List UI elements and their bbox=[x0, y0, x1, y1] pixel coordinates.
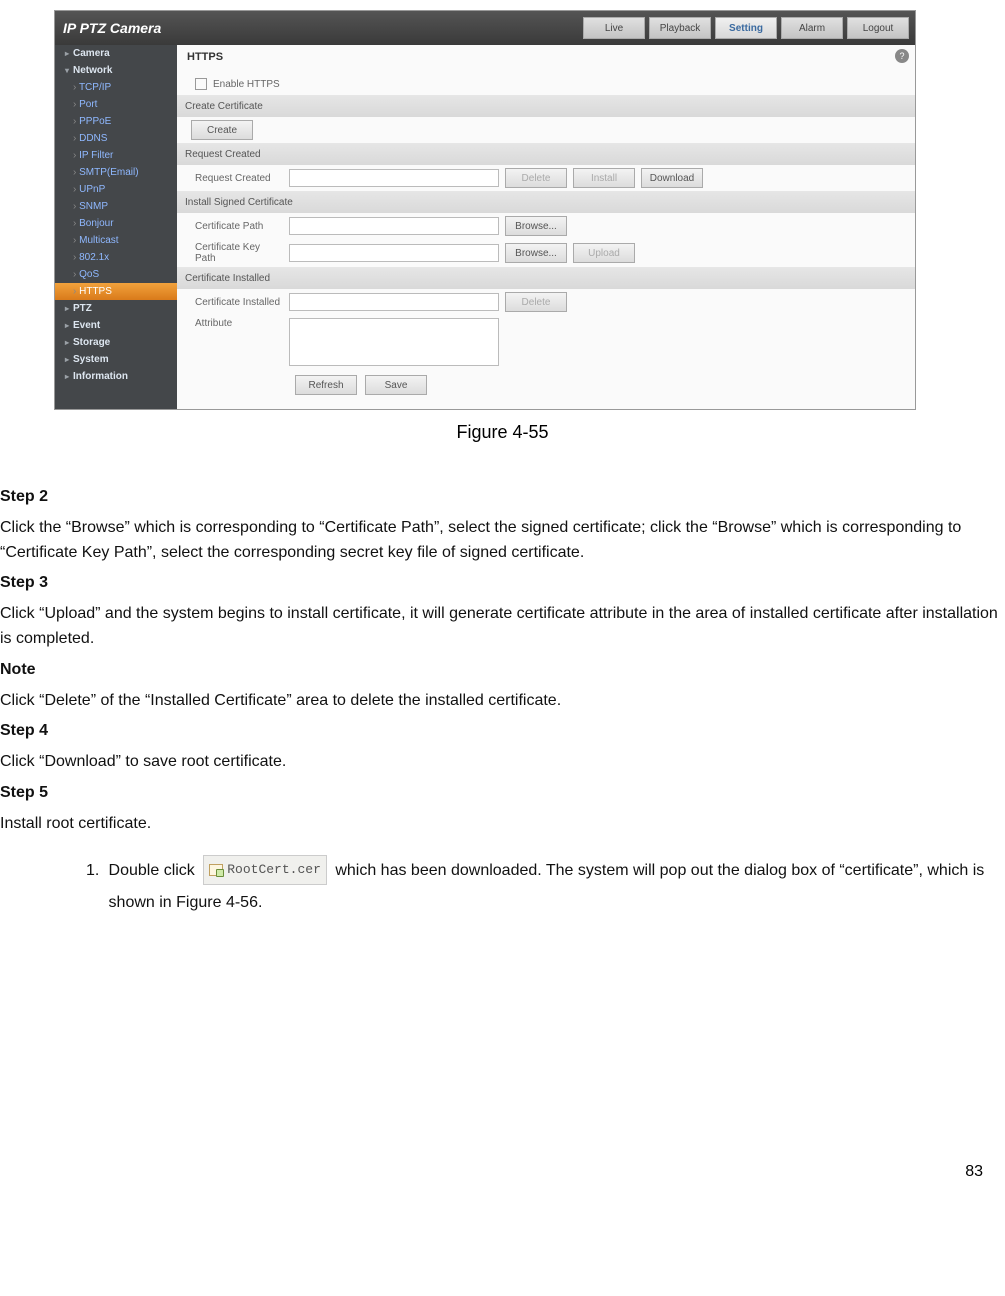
help-icon[interactable]: ? bbox=[895, 49, 909, 63]
certificate-installed-label: Certificate Installed bbox=[185, 297, 283, 308]
sidebar-item-snmp[interactable]: SNMP bbox=[55, 198, 177, 215]
section-request-created: Request Created bbox=[177, 143, 915, 165]
note-text: Click “Delete” of the “Installed Certifi… bbox=[0, 689, 1005, 714]
figure-caption: Figure 4-55 bbox=[0, 422, 1005, 443]
create-button[interactable]: Create bbox=[191, 120, 253, 140]
content-panel: HTTPS ? Enable HTTPS Create Certificate … bbox=[177, 45, 915, 409]
sidebar-cat-network[interactable]: Network bbox=[55, 62, 177, 79]
sidebar-cat-system[interactable]: System bbox=[55, 351, 177, 368]
sidebar-item-multicast[interactable]: Multicast bbox=[55, 232, 177, 249]
sidebar-cat-storage[interactable]: Storage bbox=[55, 334, 177, 351]
rootcert-file-chip: RootCert.cer bbox=[203, 855, 327, 885]
step3-heading: Step 3 bbox=[0, 571, 1005, 596]
certificate-path-label: Certificate Path bbox=[185, 221, 283, 232]
chevron-right-icon bbox=[65, 320, 73, 331]
chevron-down-icon bbox=[65, 65, 73, 76]
step4-text: Click “Download” to save root certificat… bbox=[0, 750, 1005, 775]
sidebar-item-pppoe[interactable]: PPPoE bbox=[55, 113, 177, 130]
request-install-button[interactable]: Install bbox=[573, 168, 635, 188]
tab-alarm[interactable]: Alarm bbox=[781, 17, 843, 39]
save-button[interactable]: Save bbox=[365, 375, 427, 395]
panel-title: HTTPS bbox=[177, 45, 915, 69]
installed-delete-button[interactable]: Delete bbox=[505, 292, 567, 312]
sidebar-item-ddns[interactable]: DDNS bbox=[55, 130, 177, 147]
app-body: Camera Network TCP/IP Port PPPoE DDNS IP… bbox=[55, 45, 915, 409]
document-body: Step 2 Click the “Browse” which is corre… bbox=[0, 469, 1005, 919]
list-number: 1. bbox=[86, 855, 109, 919]
enable-https-label: Enable HTTPS bbox=[213, 79, 280, 90]
section-certificate-installed: Certificate Installed bbox=[177, 267, 915, 289]
sidebar-item-https[interactable]: HTTPS bbox=[55, 283, 177, 300]
rootcert-filename: RootCert.cer bbox=[227, 857, 321, 883]
chevron-right-icon bbox=[65, 371, 73, 382]
request-delete-button[interactable]: Delete bbox=[505, 168, 567, 188]
sidebar-item-ipfilter[interactable]: IP Filter bbox=[55, 147, 177, 164]
tab-playback[interactable]: Playback bbox=[649, 17, 711, 39]
tab-logout[interactable]: Logout bbox=[847, 17, 909, 39]
section-install-signed: Install Signed Certificate bbox=[177, 191, 915, 213]
sidebar-cat-event[interactable]: Event bbox=[55, 317, 177, 334]
chevron-right-icon bbox=[65, 354, 73, 365]
attribute-label: Attribute bbox=[185, 318, 283, 329]
request-download-button[interactable]: Download bbox=[641, 168, 703, 188]
sidebar-item-bonjour[interactable]: Bonjour bbox=[55, 215, 177, 232]
certificate-key-path-field[interactable] bbox=[289, 244, 499, 262]
chevron-right-icon bbox=[65, 303, 73, 314]
sidebar-item-port[interactable]: Port bbox=[55, 96, 177, 113]
certificate-key-browse-button[interactable]: Browse... bbox=[505, 243, 567, 263]
sidebar-item-upnp[interactable]: UPnP bbox=[55, 181, 177, 198]
enable-https-checkbox[interactable] bbox=[195, 78, 207, 90]
upload-button[interactable]: Upload bbox=[573, 243, 635, 263]
li1-text-a: Double click bbox=[109, 862, 200, 879]
chevron-right-icon bbox=[65, 337, 73, 348]
certificate-installed-field[interactable] bbox=[289, 293, 499, 311]
step3-text: Click “Upload” and the system begins to … bbox=[0, 602, 1005, 652]
tab-setting[interactable]: Setting bbox=[715, 17, 777, 39]
step2-heading: Step 2 bbox=[0, 485, 1005, 510]
certificate-path-browse-button[interactable]: Browse... bbox=[505, 216, 567, 236]
step2-text: Click the “Browse” which is correspondin… bbox=[0, 516, 1005, 566]
certificate-path-field[interactable] bbox=[289, 217, 499, 235]
https-settings-screenshot: IP PTZ Camera Live Playback Setting Alar… bbox=[54, 10, 916, 410]
step5-text: Install root certificate. bbox=[0, 812, 1005, 837]
step5-heading: Step 5 bbox=[0, 781, 1005, 806]
sidebar-item-tcpip[interactable]: TCP/IP bbox=[55, 79, 177, 96]
sidebar-cat-information[interactable]: Information bbox=[55, 368, 177, 385]
section-create-certificate: Create Certificate bbox=[177, 95, 915, 117]
attribute-field[interactable] bbox=[289, 318, 499, 366]
top-nav: Live Playback Setting Alarm Logout bbox=[583, 17, 909, 39]
note-heading: Note bbox=[0, 658, 1005, 683]
sidebar-cat-ptz[interactable]: PTZ bbox=[55, 300, 177, 317]
tab-live[interactable]: Live bbox=[583, 17, 645, 39]
step4-heading: Step 4 bbox=[0, 719, 1005, 744]
request-created-label: Request Created bbox=[185, 173, 283, 184]
sidebar-cat-camera[interactable]: Camera bbox=[55, 45, 177, 62]
page-number: 83 bbox=[0, 923, 1005, 1193]
sidebar-item-smtp[interactable]: SMTP(Email) bbox=[55, 164, 177, 181]
certificate-file-icon bbox=[209, 864, 223, 876]
request-created-field[interactable] bbox=[289, 169, 499, 187]
chevron-right-icon bbox=[65, 48, 73, 59]
sidebar-item-8021x[interactable]: 802.1x bbox=[55, 249, 177, 266]
content-inner: Enable HTTPS Create Certificate Create R… bbox=[177, 69, 915, 409]
product-logo: IP PTZ Camera bbox=[63, 20, 161, 36]
refresh-button[interactable]: Refresh bbox=[295, 375, 357, 395]
sidebar: Camera Network TCP/IP Port PPPoE DDNS IP… bbox=[55, 45, 177, 409]
sidebar-item-qos[interactable]: QoS bbox=[55, 266, 177, 283]
titlebar: IP PTZ Camera Live Playback Setting Alar… bbox=[55, 11, 915, 45]
certificate-key-path-label: Certificate Key Path bbox=[185, 242, 283, 264]
list-item: 1. Double click RootCert.cer which has b… bbox=[86, 855, 1005, 919]
ordered-list: 1. Double click RootCert.cer which has b… bbox=[0, 843, 1005, 919]
